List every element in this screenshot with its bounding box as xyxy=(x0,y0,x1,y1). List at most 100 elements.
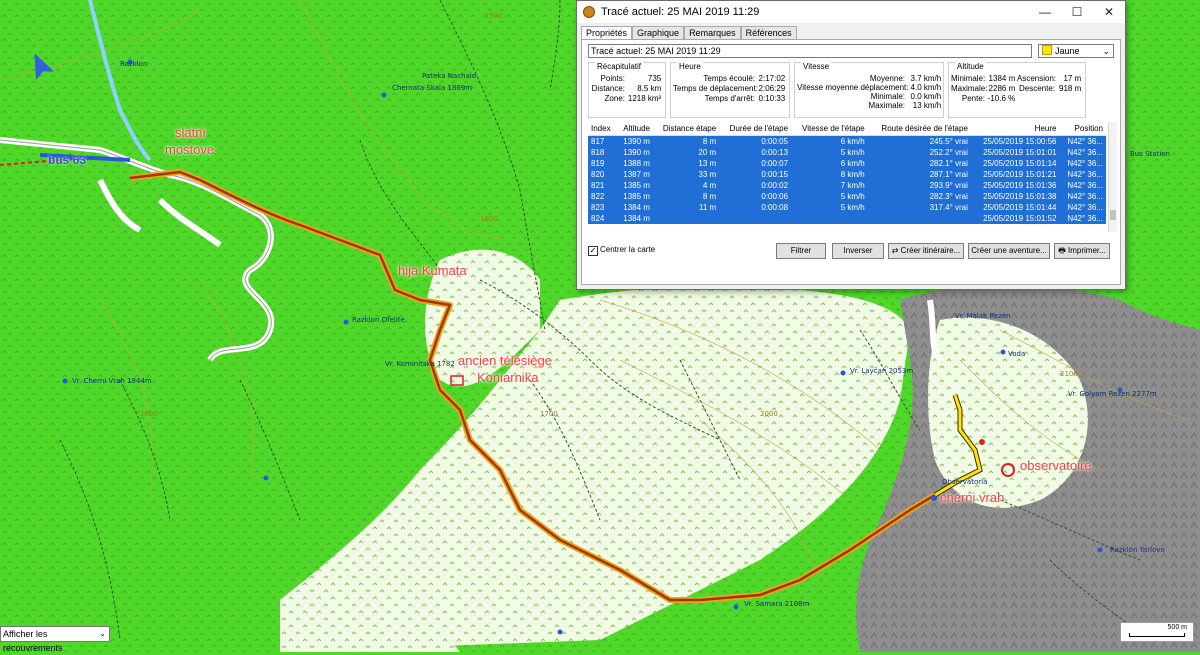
track-point-marker xyxy=(979,439,985,445)
scrollbar-thumb[interactable] xyxy=(1110,210,1116,220)
close-icon[interactable]: ✕ xyxy=(1093,5,1125,19)
column-header[interactable]: Index xyxy=(588,122,617,136)
table-cell: 25/05/2019 15:01:36 xyxy=(970,180,1060,191)
chevron-down-icon: ⌄ xyxy=(99,629,106,638)
minimize-icon[interactable]: — xyxy=(1029,5,1061,19)
speed-group: Vitesse Moyenne: 3.7 km/h Vitesse moyenn… xyxy=(794,62,944,118)
table-cell: 287.1° vrai xyxy=(867,169,971,180)
alt-min-label: Minimale: xyxy=(951,74,986,83)
table-row[interactable]: 823 1384 m 11 m 0:00:08 5 km/h 317.4° vrai 25/… xyxy=(588,202,1106,213)
distance-value: 8.5 km xyxy=(637,84,662,93)
tab-properties[interactable]: Propriétés xyxy=(581,26,633,40)
column-header[interactable]: Route désirée de l'étape xyxy=(867,122,971,136)
column-header[interactable]: Altitude xyxy=(616,122,653,136)
time-group: Heure Temps écoulé: 2:17:02 Temps de dép… xyxy=(670,62,790,118)
place-name: Razklon Yarlovo xyxy=(1110,546,1165,554)
moving-time-value: 2:06:29 xyxy=(758,84,786,93)
place-name: Vr. Cherni Vrah 1844m xyxy=(72,377,152,385)
table-cell: N42° 36... xyxy=(1059,191,1106,202)
table-cell: 820 xyxy=(588,169,617,180)
table-cell: 821 xyxy=(588,180,617,191)
place-name: Vr. Layčan 2053m xyxy=(850,367,914,375)
distance-label: Distance: xyxy=(591,84,625,93)
tab-graph[interactable]: Graphique xyxy=(632,26,685,40)
table-cell: 1384 m xyxy=(616,202,653,213)
table-scrollbar[interactable] xyxy=(1108,122,1117,232)
app-icon xyxy=(583,6,595,18)
table-cell: N42° 36... xyxy=(1059,169,1106,180)
place-name: Bus Station xyxy=(1130,150,1170,158)
table-cell: N42° 36... xyxy=(1059,180,1106,191)
table-cell xyxy=(791,213,868,224)
table-cell: 0:00:07 xyxy=(719,158,792,169)
table-cell: 823 xyxy=(588,202,617,213)
column-header[interactable]: Vitesse de l'étape xyxy=(791,122,868,136)
center-map-checkbox[interactable]: ✓ Centrer la carte xyxy=(588,245,655,256)
overlay-select[interactable]: Afficher les recouvrements ⌄ xyxy=(0,626,110,653)
place-name: Observatoria xyxy=(942,478,988,486)
table-cell: 824 xyxy=(588,213,617,224)
altitude-title: Altitude xyxy=(955,62,986,71)
dialog-titlebar[interactable]: Tracé actuel: 25 MAI 2019 11:29 — ☐ ✕ xyxy=(577,1,1125,23)
color-select[interactable]: Jaune ⌄ xyxy=(1038,44,1114,58)
table-cell: 1384 m xyxy=(616,213,653,224)
table-cell: 0:00:06 xyxy=(719,191,792,202)
properties-panel: Tracé actuel: 25 MAI 2019 11:29 Jaune ⌄ … xyxy=(581,39,1121,285)
table-cell: 293.9° vrai xyxy=(867,180,971,191)
column-header[interactable]: Position xyxy=(1059,122,1106,136)
descent-value: 918 m xyxy=(1059,84,1082,93)
table-cell xyxy=(867,213,971,224)
table-row[interactable]: 817 1390 m8 m 0:00:05 6 km/h 245.5° vrai 25/0… xyxy=(588,135,1106,147)
create-adventure-button[interactable]: Créer une aventure... xyxy=(968,243,1050,259)
track-properties-dialog[interactable]: Tracé actuel: 25 MAI 2019 11:29 — ☐ ✕ Pr… xyxy=(576,0,1126,290)
elapsed-label: Temps écoulé: xyxy=(703,74,755,83)
column-header[interactable]: Distance étape xyxy=(652,122,720,136)
table-row[interactable]: 819 1388 m 13 m 0:00:07 6 km/h 282.1° vrai 25/… xyxy=(588,158,1106,169)
table-cell: N42° 36... xyxy=(1059,147,1106,158)
invert-button[interactable]: Inverser xyxy=(832,243,884,259)
track-name-input[interactable]: Tracé actuel: 25 MAI 2019 11:29 xyxy=(588,44,1032,58)
print-button[interactable]: 🖶 Imprimer... xyxy=(1054,243,1110,259)
ascent-label: Ascension: xyxy=(1017,74,1057,83)
table-row[interactable]: 824 1384 m 25/05/2019 15:01:52 N42° 36... xyxy=(588,213,1106,224)
label-slatni: slatni xyxy=(175,125,206,140)
maximize-icon[interactable]: ☐ xyxy=(1061,5,1093,19)
filter-button[interactable]: Filtrer xyxy=(776,243,826,259)
place-name: Vr. Malak Rezen xyxy=(955,312,1011,320)
table-cell: 822 xyxy=(588,191,617,202)
column-header[interactable]: Durée de l'étape xyxy=(719,122,792,136)
table-cell: 5 km/h xyxy=(791,191,868,202)
table-row[interactable]: 820 1387 m 33 m 0:00:15 8 km/h 287.1° vrai 25/… xyxy=(588,169,1106,180)
table-cell: 7 km/h xyxy=(791,180,868,191)
checkbox-checked-icon[interactable]: ✓ xyxy=(588,246,598,256)
column-header[interactable]: Heure xyxy=(970,122,1060,136)
table-cell: 8 m xyxy=(652,135,720,147)
tab-references[interactable]: Références xyxy=(740,26,797,40)
table-cell: 1390 m xyxy=(616,147,653,158)
contour-label: 1500 xyxy=(485,12,503,20)
table-cell: 25/05/2019 15:01:52 xyxy=(970,213,1060,224)
chevron-down-icon: ⌄ xyxy=(1102,46,1110,56)
table-cell: 282.1° vrai xyxy=(867,158,971,169)
table-header-row: Index Altitude Distance étape Durée de l… xyxy=(588,122,1106,136)
table-row[interactable]: 821 1385 m4 m 0:00:02 7 km/h 293.9° vrai 25/0… xyxy=(588,180,1106,191)
color-swatch xyxy=(1042,45,1052,55)
table-cell: 25/05/2019 15:01:01 xyxy=(970,147,1060,158)
table-row[interactable]: 822 1385 m8 m 0:00:06 5 km/h 282.3° vrai 25/0… xyxy=(588,191,1106,202)
table-cell: 1388 m xyxy=(616,158,653,169)
table-cell: 11 m xyxy=(652,202,720,213)
table-row[interactable]: 818 1390 m 20 m 0:00:13 5 km/h 252.2° vrai 25/… xyxy=(588,147,1106,158)
create-route-button[interactable]: ⇄ Créer itinéraire... xyxy=(888,243,964,259)
descent-label: Descente: xyxy=(1018,84,1055,93)
altitude-group: Altitude Minimale: 1384 m Maximale: 2286… xyxy=(948,62,1086,118)
place-name: Vr. Golyam Rezen 2277m xyxy=(1068,390,1157,398)
table-cell: 25/05/2019 15:01:14 xyxy=(970,158,1060,169)
table-cell: 25/05/2019 15:00:56 xyxy=(970,135,1060,147)
table-cell: 8 m xyxy=(652,191,720,202)
ascent-value: 17 m xyxy=(1063,74,1082,83)
tab-notes[interactable]: Remarques xyxy=(684,26,741,40)
tab-bar: Propriétés Graphique Remarques Référence… xyxy=(581,26,1125,40)
center-map-label: Centrer la carte xyxy=(600,245,656,254)
track-points-table[interactable]: Index Altitude Distance étape Durée de l… xyxy=(588,122,1106,224)
table-cell: 817 xyxy=(588,135,617,147)
